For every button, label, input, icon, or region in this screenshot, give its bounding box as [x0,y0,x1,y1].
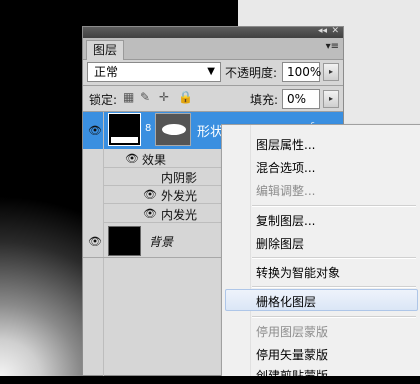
lock-label: 锁定: [89,93,118,107]
lock-move-icon[interactable]: ✛ [159,90,169,104]
inner-glow-eye-icon[interactable]: 👁 [143,207,157,220]
context-menu: 图层属性... 混合选项... 编辑调整... 复制图层... 删除图层 转换为… [221,124,420,383]
menu-item-blending-options[interactable]: 混合选项... [256,159,315,176]
menu-highlight [225,289,418,311]
mask-shape [162,124,186,135]
link-icon[interactable]: 8 [145,123,151,134]
effect-inner-glow[interactable]: 内发光 [161,206,197,223]
visibility-eye-icon[interactable]: 👁 [88,235,102,248]
layer-name[interactable]: 背景 [149,233,173,250]
effects-label[interactable]: 效果 [142,151,166,168]
menu-item-edit-adjustment: 编辑调整... [256,184,316,198]
lock-all-icon[interactable]: 🔒 [178,90,193,104]
fill-input[interactable]: 0% [282,89,320,109]
menu-item-delete-layer[interactable]: 删除图层 [256,235,304,252]
collapse-icon[interactable]: ◂◂ [318,26,327,37]
fill-slider-button[interactable]: ▸ [323,90,339,108]
menu-item-layer-properties[interactable]: 图层属性... [256,136,315,153]
blend-mode-value: 正常 [94,65,119,79]
divider [83,85,343,86]
panel-title-bar[interactable]: ◂◂ ✕ [83,26,343,38]
blend-mode-select[interactable]: 正常 ▼ [87,62,221,82]
layer-thumbnail [108,113,141,146]
menu-separator [252,316,416,318]
visibility-eye-icon[interactable]: 👁 [88,124,102,137]
effects-eye-icon[interactable]: 👁 [125,152,139,165]
fill-label: 填充: [250,93,279,107]
layer-thumbnail [108,226,141,256]
menu-icon-column [250,125,251,376]
menu-separator [252,257,416,259]
close-icon[interactable]: ✕ [331,26,339,37]
opacity-label: 不透明度: [225,66,278,80]
menu-item-duplicate-layer[interactable]: 复制图层... [256,212,315,229]
opacity-input[interactable]: 100% [282,62,321,82]
menu-item-convert-smart-object[interactable]: 转换为智能对象 [256,264,340,281]
effect-inner-shadow[interactable]: 内阴影 [161,169,197,186]
opacity-slider-button[interactable]: ▸ [323,63,339,81]
panel-menu-icon[interactable]: ▾≡ [326,41,339,52]
vector-mask-thumbnail[interactable] [155,113,191,146]
lock-transparent-icon[interactable]: ▦ [123,90,134,104]
menu-separator [252,205,416,207]
menu-item-rasterize-layer[interactable]: 栅格化图层 [256,293,316,310]
outer-glow-eye-icon[interactable]: 👁 [143,188,157,201]
menu-item-disable-layer-mask: 停用图层蒙版 [256,325,329,339]
chevron-down-icon: ▼ [207,66,215,77]
menu-separator [252,286,416,288]
lock-brush-icon[interactable]: ✎ [140,90,150,104]
panel-tab-bar: 图层 [83,38,343,60]
tab-layers[interactable]: 图层 [86,40,125,60]
menu-item-disable-vector-mask[interactable]: 停用矢量蒙版 [256,346,328,363]
effect-outer-glow[interactable]: 外发光 [161,187,197,204]
